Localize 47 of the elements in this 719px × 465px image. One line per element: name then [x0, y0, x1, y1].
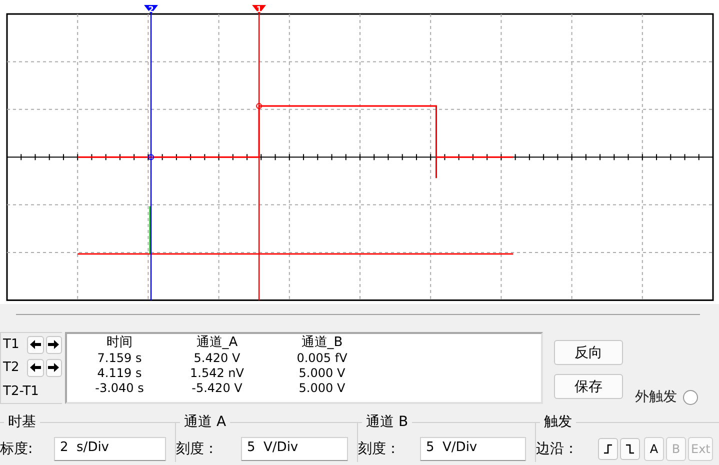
- cursor-label: T1: [3, 337, 20, 352]
- radio-button[interactable]: [683, 390, 698, 404]
- table-cell-text: -5.420 V: [190, 381, 244, 396]
- cursor-label: T2: [3, 360, 20, 376]
- edge-button[interactable]: [598, 438, 618, 460]
- cursor-line[interactable]: [150, 14, 152, 300]
- scale-field[interactable]: 2 s/Div: [54, 437, 166, 461]
- group-title: 时基: [4, 413, 40, 431]
- left-arrow-icon: [30, 340, 41, 350]
- scale-field[interactable]: 5 V/Div: [241, 437, 348, 461]
- right-arrow-button[interactable]: [46, 336, 62, 354]
- group-title: 触发: [540, 413, 576, 431]
- falling-edge-icon: [625, 444, 635, 454]
- table-cell-text: 5.000 V: [298, 381, 346, 396]
- right-arrow-icon: [48, 340, 60, 350]
- table-cell-text: -3.040 s: [94, 381, 145, 396]
- left-arrow-button[interactable]: [27, 358, 44, 377]
- field-label: 刻度：: [358, 440, 401, 458]
- table-cell-text: 5.000 V: [298, 366, 346, 381]
- field-label: 边沿：: [536, 440, 579, 458]
- left-arrow-icon: [30, 363, 41, 372]
- rising-edge-icon: [603, 444, 613, 454]
- table-cell-text: 5.420 V: [192, 351, 242, 366]
- radio-label: 外触发: [635, 388, 677, 406]
- table-cell-text: 0.005 fV: [296, 351, 348, 366]
- right-arrow-icon: [48, 363, 60, 372]
- column-header: 时间: [106, 334, 134, 351]
- left-arrow-button[interactable]: [27, 336, 44, 354]
- field-label: 标度:: [0, 440, 34, 458]
- edge-button[interactable]: [620, 438, 640, 460]
- cursor-point-icon: [256, 103, 262, 110]
- action-button[interactable]: 反向: [554, 340, 623, 365]
- field-label: 刻度：: [176, 440, 219, 458]
- column-header: 通道_A: [195, 334, 239, 351]
- action-button[interactable]: 保存: [554, 374, 623, 399]
- channel-b-edge: [149, 206, 151, 254]
- right-arrow-button[interactable]: [46, 358, 62, 377]
- column-header: 通道_B: [300, 334, 344, 351]
- scale-field[interactable]: 5 V/Div: [420, 437, 526, 461]
- table-cell-text: 7.159 s: [96, 351, 143, 366]
- cursor-point-icon: [148, 154, 154, 160]
- cursor-number: 1: [256, 5, 262, 14]
- source-button[interactable]: A: [644, 437, 664, 461]
- table-cell-text: 1.542 nV: [189, 366, 245, 381]
- table-cell-text: 4.119 s: [96, 366, 143, 381]
- cursor-number: 2: [148, 5, 154, 14]
- cursor-label: T2-T1: [3, 384, 39, 399]
